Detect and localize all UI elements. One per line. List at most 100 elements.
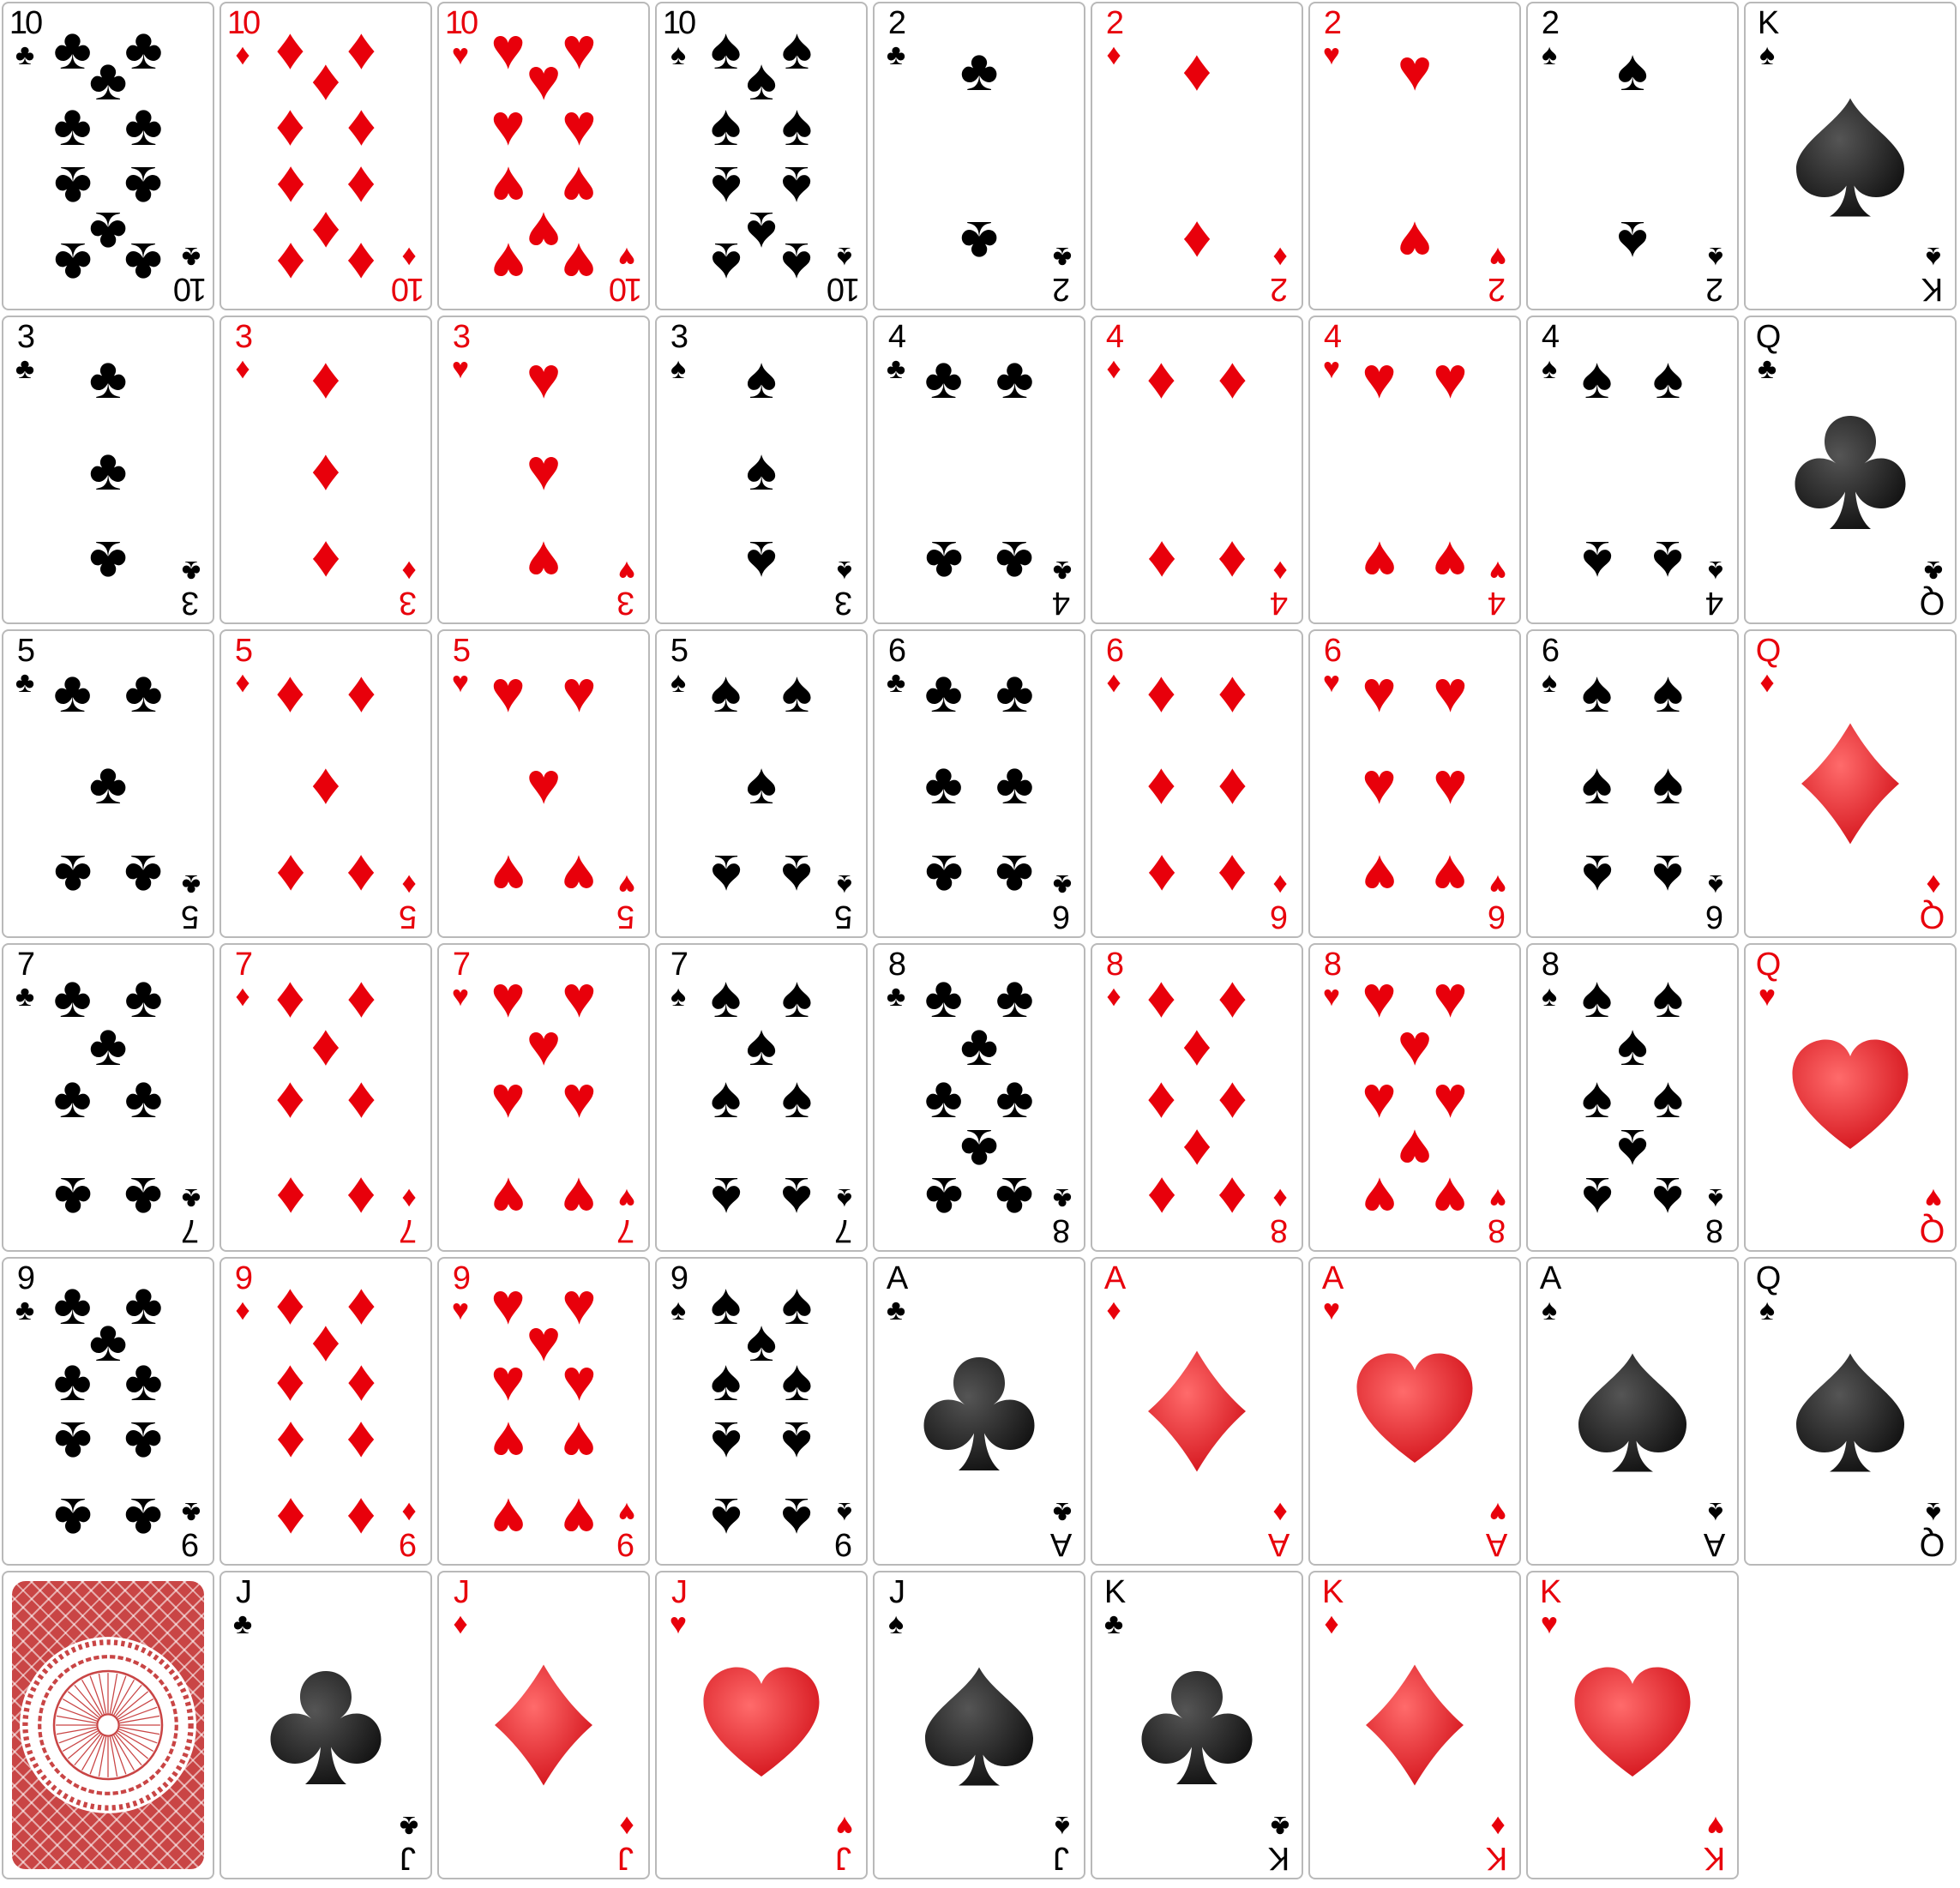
card-6-of-clubs[interactable]: 6 ♣ 6 ♣ ♣ ♣ ♣ ♣ ♣ ♣ (873, 629, 1085, 938)
hearts-pip-icon: ♥ (526, 346, 562, 412)
card-j-of-diamonds[interactable]: J ♦ J ♦ (437, 1571, 650, 1879)
card-2-of-hearts[interactable]: 2 ♥ 2 ♥ ♥ ♥ (1308, 2, 1521, 310)
card-rank-label: 8 (1054, 1212, 1071, 1248)
card-3-of-spades[interactable]: 3 ♠ 3 ♠ ♠ ♠ ♠ (655, 316, 868, 624)
card-rank-label: 8 (1489, 1212, 1506, 1248)
card-rank-label: A (886, 1260, 908, 1296)
card-7-of-diamonds[interactable]: 7 ♦ 7 ♦ ♦ ♦ ♦ ♦ ♦ ♦ ♦ (219, 943, 432, 1252)
card-5-of-diamonds[interactable]: 5 ♦ 5 ♦ ♦ ♦ ♦ ♦ ♦ (219, 629, 432, 938)
card-j-of-spades[interactable]: J ♠ J ♠ (873, 1571, 1085, 1879)
card-7-of-clubs[interactable]: 7 ♣ 7 ♣ ♣ ♣ ♣ ♣ ♣ ♣ ♣ (2, 943, 214, 1252)
card-4-of-spades[interactable]: 4 ♠ 4 ♠ ♠ ♠ ♠ ♠ (1526, 316, 1739, 624)
card-q-of-hearts[interactable]: Q ♥ Q ♥ (1744, 943, 1957, 1252)
spades-pip-icon: ♠ (1616, 208, 1649, 274)
hearts-pip-icon: ♥ (490, 153, 526, 219)
card-5-of-hearts[interactable]: 5 ♥ 5 ♥ ♥ ♥ ♥ ♥ ♥ (437, 629, 650, 938)
spades-suit-icon: ♠ (887, 1608, 905, 1640)
card-7-of-spades[interactable]: 7 ♠ 7 ♠ ♠ ♠ ♠ ♠ ♠ ♠ ♠ (655, 943, 868, 1252)
card-8-of-clubs[interactable]: 8 ♣ 8 ♣ ♣ ♣ ♣ ♣ ♣ ♣ ♣ ♣ (873, 943, 1085, 1252)
card-rank-label: 10 (9, 5, 43, 41)
card-3-of-diamonds[interactable]: 3 ♦ 3 ♦ ♦ ♦ ♦ (219, 316, 432, 624)
hearts-pip-icon: ♥ (562, 1409, 597, 1475)
card-q-of-diamonds[interactable]: Q ♦ Q ♦ (1744, 629, 1957, 938)
card-rank-label: 3 (836, 585, 853, 621)
card-corner-index: 9 ♥ (442, 1262, 479, 1325)
card-4-of-diamonds[interactable]: 4 ♦ 4 ♦ ♦ ♦ ♦ ♦ (1091, 316, 1303, 624)
card-k-of-spades[interactable]: K ♠ K ♠ (1744, 2, 1957, 310)
hearts-pip-icon: ♥ (562, 964, 597, 1030)
card-4-of-clubs[interactable]: 4 ♣ 4 ♣ ♣ ♣ ♣ ♣ (873, 316, 1085, 624)
card-rank-label: 7 (183, 1212, 200, 1248)
card-corner-index: Q ♣ (1748, 321, 1786, 383)
diamonds-suit-icon: ♦ (1272, 241, 1288, 274)
card-9-of-spades[interactable]: 9 ♠ 9 ♠ ♠ ♠ ♠ ♠ ♠ ♠ ♠ ♠ ♠ (655, 1257, 868, 1566)
card-10-of-diamonds[interactable]: 10 ♦ 10 ♦ ♦ ♦ ♦ ♦ ♦ ♦ ♦ ♦ ♦ ♦ (219, 2, 432, 310)
diamonds-pip-icon: ♦ (1217, 1165, 1248, 1231)
card-corner-index: 6 ♠ (1530, 634, 1568, 697)
card-corner-index: 2 ♣ (1043, 241, 1081, 307)
card-j-of-clubs[interactable]: J ♣ J ♣ (219, 1571, 432, 1879)
card-j-of-hearts[interactable]: J ♥ J ♥ (655, 1571, 868, 1879)
clubs-pip-icon: ♣ (995, 1065, 1034, 1130)
clubs-pip-icon: ♣ (995, 346, 1034, 412)
card-9-of-diamonds[interactable]: 9 ♦ 9 ♦ ♦ ♦ ♦ ♦ ♦ ♦ ♦ ♦ ♦ (219, 1257, 432, 1566)
diamonds-pip-icon: ♦ (275, 1409, 305, 1475)
card-7-of-hearts[interactable]: 7 ♥ 7 ♥ ♥ ♥ ♥ ♥ ♥ ♥ ♥ (437, 943, 650, 1252)
card-corner-index: K ♥ (1530, 1576, 1568, 1638)
card-4-of-hearts[interactable]: 4 ♥ 4 ♥ ♥ ♥ ♥ ♥ (1308, 316, 1521, 624)
card-2-of-clubs[interactable]: 2 ♣ 2 ♣ ♣ ♣ (873, 2, 1085, 310)
card-corner-index: K ♣ (1095, 1576, 1133, 1638)
card-2-of-diamonds[interactable]: 2 ♦ 2 ♦ ♦ ♦ (1091, 2, 1303, 310)
card-3-of-hearts[interactable]: 3 ♥ 3 ♥ ♥ ♥ ♥ (437, 316, 650, 624)
card-10-of-hearts[interactable]: 10 ♥ 10 ♥ ♥ ♥ ♥ ♥ ♥ ♥ ♥ ♥ ♥ ♥ (437, 2, 650, 310)
card-q-of-clubs[interactable]: Q ♣ Q ♣ (1744, 316, 1957, 624)
card-9-of-hearts[interactable]: 9 ♥ 9 ♥ ♥ ♥ ♥ ♥ ♥ ♥ ♥ ♥ ♥ (437, 1257, 650, 1566)
card-back[interactable] (2, 1571, 214, 1879)
clubs-pip-icon: ♣ (124, 1065, 163, 1130)
card-5-of-spades[interactable]: 5 ♠ 5 ♠ ♠ ♠ ♠ ♠ ♠ (655, 629, 868, 938)
card-a-of-hearts[interactable]: A ♥ A ♥ (1308, 1257, 1521, 1566)
card-rank-label: J (454, 1574, 470, 1610)
clubs-pip-icon: ♣ (995, 528, 1034, 594)
card-2-of-spades[interactable]: 2 ♠ 2 ♠ ♠ ♠ (1526, 2, 1739, 310)
clubs-pip-icon: ♣ (124, 93, 163, 159)
diamonds-pip-icon: ♦ (310, 528, 341, 594)
card-a-of-clubs[interactable]: A ♣ A ♣ (873, 1257, 1085, 1566)
card-8-of-diamonds[interactable]: 8 ♦ 8 ♦ ♦ ♦ ♦ ♦ ♦ ♦ ♦ ♦ (1091, 943, 1303, 1252)
card-9-of-clubs[interactable]: 9 ♣ 9 ♣ ♣ ♣ ♣ ♣ ♣ ♣ ♣ ♣ ♣ (2, 1257, 214, 1566)
card-6-of-spades[interactable]: 6 ♠ 6 ♠ ♠ ♠ ♠ ♠ ♠ ♠ (1526, 629, 1739, 938)
spades-suit-icon: ♠ (670, 666, 687, 699)
clubs-suit-icon: ♣ (15, 1294, 35, 1326)
card-8-of-spades[interactable]: 8 ♠ 8 ♠ ♠ ♠ ♠ ♠ ♠ ♠ ♠ ♠ (1526, 943, 1739, 1252)
card-8-of-hearts[interactable]: 8 ♥ 8 ♥ ♥ ♥ ♥ ♥ ♥ ♥ ♥ ♥ (1308, 943, 1521, 1252)
card-a-of-spades[interactable]: A ♠ A ♠ (1526, 1257, 1739, 1566)
card-10-of-clubs[interactable]: 10 ♣ 10 ♣ ♣ ♣ ♣ ♣ ♣ ♣ ♣ ♣ ♣ ♣ (2, 2, 214, 310)
hearts-suit-icon: ♥ (1706, 1810, 1725, 1843)
diamonds-suit-icon: ♦ (401, 241, 417, 274)
card-5-of-clubs[interactable]: 5 ♣ 5 ♣ ♣ ♣ ♣ ♣ ♣ (2, 629, 214, 938)
card-a-of-diamonds[interactable]: A ♦ A ♦ (1091, 1257, 1303, 1566)
card-k-of-clubs[interactable]: K ♣ K ♣ (1091, 1571, 1303, 1879)
card-3-of-clubs[interactable]: 3 ♣ 3 ♣ ♣ ♣ ♣ (2, 316, 214, 624)
clubs-pip-icon: ♣ (53, 16, 92, 82)
clubs-pip-icon: ♣ (124, 1409, 163, 1475)
clubs-suit-icon: ♣ (232, 1608, 253, 1640)
diamonds-pip-icon: ♦ (275, 230, 305, 296)
spades-pip-icon: ♠ (781, 659, 813, 725)
spades-pip-icon: ♠ (745, 1308, 778, 1374)
diamonds-pip-icon: ♦ (346, 1348, 376, 1414)
spades-pip-icon: ♠ (781, 964, 813, 1030)
card-10-of-spades[interactable]: 10 ♠ 10 ♠ ♠ ♠ ♠ ♠ ♠ ♠ ♠ ♠ ♠ ♠ (655, 2, 868, 310)
card-6-of-diamonds[interactable]: 6 ♦ 6 ♦ ♦ ♦ ♦ ♦ ♦ ♦ (1091, 629, 1303, 938)
card-k-of-diamonds[interactable]: K ♦ K ♦ (1308, 1571, 1521, 1879)
card-corner-index: 5 ♠ (826, 869, 863, 935)
clubs-suit-icon: ♣ (886, 980, 906, 1013)
card-q-of-spades[interactable]: Q ♠ Q ♠ (1744, 1257, 1957, 1566)
spades-suit-icon: ♠ (670, 39, 687, 71)
card-6-of-hearts[interactable]: 6 ♥ 6 ♥ ♥ ♥ ♥ ♥ ♥ ♥ (1308, 629, 1521, 938)
diamonds-pip-icon: ♦ (310, 47, 341, 112)
diamonds-pip-icon: ♦ (1217, 528, 1248, 594)
clubs-suit-icon: ♣ (1052, 241, 1073, 274)
card-k-of-hearts[interactable]: K ♥ K ♥ (1526, 1571, 1739, 1879)
card-rank-label: 8 (1105, 947, 1124, 983)
